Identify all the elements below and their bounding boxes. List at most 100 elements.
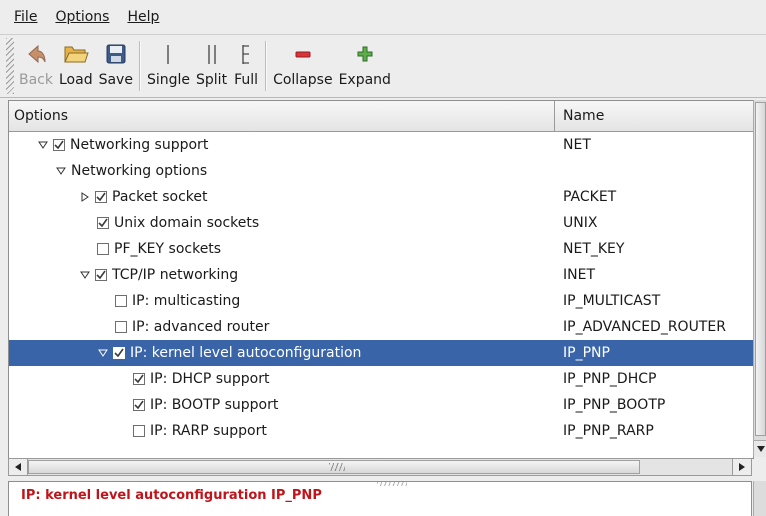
collapse-label: Collapse xyxy=(273,72,333,88)
menu-help[interactable]: Help xyxy=(118,0,168,34)
options-tree[interactable]: Options Name Networking support NET Netw… xyxy=(8,100,754,459)
option-symbol: IP_PNP_RARP xyxy=(563,423,654,439)
menu-file[interactable]: File xyxy=(0,0,46,34)
load-button[interactable]: Load xyxy=(56,35,96,91)
checkbox[interactable] xyxy=(133,399,145,411)
minus-icon xyxy=(290,41,316,67)
save-label: Save xyxy=(98,72,133,88)
save-button[interactable]: Save xyxy=(96,35,136,91)
floppy-disk-icon xyxy=(103,41,129,67)
option-label: PF_KEY sockets xyxy=(114,241,222,257)
checkbox[interactable] xyxy=(97,243,109,255)
help-vertical-scrollbar[interactable] xyxy=(753,481,766,516)
option-label: IP: multicasting xyxy=(132,293,241,309)
help-text: IP: kernel level autoconfiguration IP_PN… xyxy=(21,488,322,503)
option-label: Networking support xyxy=(70,137,209,153)
option-symbol: IP_MULTICAST xyxy=(563,293,661,309)
folder-icon xyxy=(63,41,89,67)
option-label: Packet socket xyxy=(112,189,208,205)
full-view-button[interactable]: Full xyxy=(230,35,262,91)
expander-expanded-icon[interactable] xyxy=(97,347,109,359)
tree-row-selected[interactable]: IP: kernel level autoconfiguration IP_PN… xyxy=(9,340,753,366)
scroll-left-icon[interactable] xyxy=(9,459,28,475)
tree-row[interactable]: IP: multicasting IP_MULTICAST xyxy=(9,288,753,314)
tree-row[interactable]: IP: BOOTP support IP_PNP_BOOTP xyxy=(9,392,753,418)
column-header-name[interactable]: Name xyxy=(556,101,753,131)
option-label: Unix domain sockets xyxy=(114,215,260,231)
option-label: IP: BOOTP support xyxy=(150,397,279,413)
scroll-down-icon[interactable] xyxy=(754,440,766,457)
tree-row[interactable]: Packet socket PACKET xyxy=(9,184,753,210)
expander-expanded-icon[interactable] xyxy=(79,269,91,281)
single-view-button[interactable]: Single xyxy=(144,35,193,91)
checkbox[interactable] xyxy=(115,295,127,307)
toolbar-grip[interactable] xyxy=(6,38,14,94)
expander-collapsed-icon[interactable] xyxy=(79,191,91,203)
checkbox[interactable] xyxy=(133,373,145,385)
checkbox[interactable] xyxy=(95,269,107,281)
expand-button[interactable]: Expand xyxy=(336,35,394,91)
help-pane: IP: kernel level autoconfiguration IP_PN… xyxy=(8,481,752,516)
scrollbar-thumb[interactable] xyxy=(755,102,766,436)
option-symbol: IP_PNP_DHCP xyxy=(563,371,657,387)
split-view-icon xyxy=(199,41,225,67)
option-symbol: IP_PNP xyxy=(563,345,610,361)
tree-row[interactable]: TCP/IP networking INET xyxy=(9,262,753,288)
tree-row[interactable]: Networking options xyxy=(9,158,753,184)
checkbox[interactable] xyxy=(133,425,145,437)
option-symbol: NET xyxy=(563,137,591,153)
option-symbol: UNIX xyxy=(563,215,598,231)
option-label: IP: advanced router xyxy=(132,319,270,335)
menu-bar: File Options Help xyxy=(0,0,766,35)
scroll-right-icon[interactable] xyxy=(732,459,751,475)
option-label: TCP/IP networking xyxy=(112,267,239,283)
tree-row[interactable]: IP: advanced router IP_ADVANCED_ROUTER xyxy=(9,314,753,340)
tree-horizontal-scrollbar[interactable] xyxy=(8,458,752,476)
tree-row[interactable]: PF_KEY sockets NET_KEY xyxy=(9,236,753,262)
full-view-icon xyxy=(233,41,259,67)
tree-row[interactable]: IP: RARP support IP_PNP_RARP xyxy=(9,418,753,444)
option-symbol: PACKET xyxy=(563,189,617,205)
collapse-button[interactable]: Collapse xyxy=(270,35,336,91)
single-label: Single xyxy=(146,72,191,88)
pane-resize-grip[interactable] xyxy=(377,482,407,486)
option-label: IP: kernel level autoconfiguration xyxy=(130,345,362,361)
back-arrow-icon xyxy=(23,41,49,67)
expand-label: Expand xyxy=(338,72,391,88)
checkbox[interactable] xyxy=(115,321,127,333)
column-header-options[interactable]: Options xyxy=(9,101,555,131)
config-window: File Options Help Back Load Save Single … xyxy=(0,0,766,516)
tree-vertical-scrollbar[interactable] xyxy=(753,100,766,457)
checkbox[interactable] xyxy=(113,347,125,359)
checkbox[interactable] xyxy=(53,139,65,151)
option-symbol: NET_KEY xyxy=(563,241,625,257)
back-button[interactable]: Back xyxy=(16,35,56,91)
tree-row[interactable]: IP: DHCP support IP_PNP_DHCP xyxy=(9,366,753,392)
plus-icon xyxy=(352,41,378,67)
option-symbol: IP_PNP_BOOTP xyxy=(563,397,666,413)
back-label: Back xyxy=(19,72,53,88)
toolbar: Back Load Save Single Split Full Collaps… xyxy=(0,35,766,98)
checkbox[interactable] xyxy=(97,217,109,229)
option-label: IP: RARP support xyxy=(150,423,267,439)
option-symbol: IP_ADVANCED_ROUTER xyxy=(563,319,726,335)
single-view-icon xyxy=(155,41,181,67)
load-label: Load xyxy=(59,72,93,88)
tree-row[interactable]: Networking support NET xyxy=(9,132,753,158)
expander-expanded-icon[interactable] xyxy=(37,139,49,151)
toolbar-separator xyxy=(138,41,141,91)
expander-expanded-icon[interactable] xyxy=(55,165,67,177)
full-label: Full xyxy=(234,72,259,88)
menu-options[interactable]: Options xyxy=(46,0,118,34)
option-label: Networking options xyxy=(71,163,208,179)
tree-header: Options Name xyxy=(9,101,753,132)
checkbox[interactable] xyxy=(95,191,107,203)
scrollbar-thumb[interactable] xyxy=(28,460,640,474)
option-label: IP: DHCP support xyxy=(150,371,270,387)
split-view-button[interactable]: Split xyxy=(193,35,230,91)
option-symbol: INET xyxy=(563,267,595,283)
split-label: Split xyxy=(196,72,228,88)
toolbar-separator xyxy=(265,41,268,91)
tree-row[interactable]: Unix domain sockets UNIX xyxy=(9,210,753,236)
tree-rows: Networking support NET Networking option… xyxy=(9,132,753,444)
